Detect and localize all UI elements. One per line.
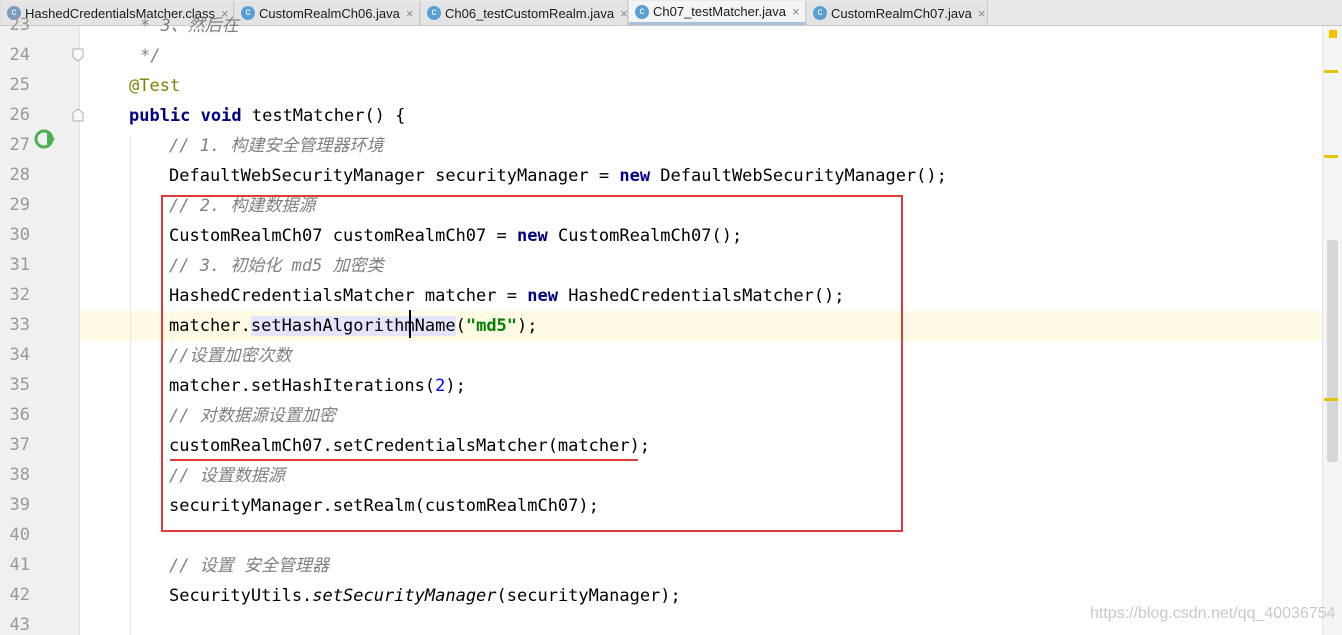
close-tab-icon[interactable]: × <box>406 6 414 21</box>
close-tab-icon[interactable]: × <box>792 4 800 19</box>
code-line-41: // 设置 安全管理器 <box>169 556 329 576</box>
warning-stripe[interactable] <box>1324 155 1338 158</box>
code-line-27: // 1. 构建安全管理器环境 <box>169 136 384 156</box>
tab-label: CustomRealmCh07.java <box>831 5 972 21</box>
line-number: 43 <box>9 615 30 635</box>
line-number: 24 <box>9 45 30 65</box>
tab-customrealmch07-java[interactable]: c CustomRealmCh07.java × <box>806 1 988 25</box>
line-number: 30 <box>9 225 30 245</box>
highlight-box <box>161 195 903 532</box>
tab-ch07-testmatcher-java[interactable]: c Ch07_testMatcher.java × <box>628 1 806 25</box>
tab-label: Ch07_testMatcher.java <box>653 4 786 19</box>
code-line-23: * 3、然后在 <box>140 16 239 36</box>
warning-marker-icon[interactable] <box>1329 30 1337 38</box>
line-number: 41 <box>9 555 30 575</box>
close-tab-icon[interactable]: × <box>978 6 986 21</box>
line-number: 33 <box>9 315 30 335</box>
code-line-42: SecurityUtils.setSecurityManager(securit… <box>169 586 681 606</box>
tab-customrealmch06-java[interactable]: c CustomRealmCh06.java × <box>234 1 420 25</box>
highlight-underline <box>170 459 638 461</box>
indent-guide <box>130 136 131 635</box>
line-number: 39 <box>9 495 30 515</box>
line-number: 31 <box>9 255 30 275</box>
java-class-icon: c <box>813 6 827 20</box>
tab-ch06-testcustomrealm-java[interactable]: c Ch06_testCustomRealm.java × <box>420 1 628 25</box>
line-number: 35 <box>9 375 30 395</box>
code-line-28: DefaultWebSecurityManager securityManage… <box>169 166 947 186</box>
code-line-25: @Test <box>129 76 181 96</box>
java-class-icon: c <box>427 6 441 20</box>
watermark: https://blog.csdn.net/qq_40036754 <box>1090 605 1336 622</box>
line-number: 25 <box>9 75 30 95</box>
line-number: 26 <box>9 105 30 125</box>
code-line-26: public void testMatcher() { <box>129 106 406 126</box>
line-number: 23 <box>9 15 30 35</box>
line-number: 42 <box>9 585 30 605</box>
line-number: 36 <box>9 405 30 425</box>
tab-label: CustomRealmCh06.java <box>259 5 400 21</box>
line-number: 37 <box>9 435 30 455</box>
line-number: 38 <box>9 465 30 485</box>
java-class-icon: c <box>241 6 255 20</box>
line-number: 27 <box>9 135 30 155</box>
line-number: 28 <box>9 165 30 185</box>
line-number: 34 <box>9 345 30 365</box>
line-number: 29 <box>9 195 30 215</box>
tab-label: Ch06_testCustomRealm.java <box>445 5 615 21</box>
code-line-24: */ <box>140 46 161 66</box>
java-class-icon: c <box>635 4 649 19</box>
run-test-icon[interactable] <box>33 127 59 151</box>
warning-stripe[interactable] <box>1324 70 1338 73</box>
close-tab-icon[interactable]: × <box>620 6 628 21</box>
vertical-scrollbar-thumb[interactable] <box>1327 240 1338 462</box>
line-number: 40 <box>9 525 30 545</box>
line-number-gutter[interactable]: 23 24 25 26 27 28 29 30 31 32 33 34 35 3… <box>0 15 84 635</box>
warning-stripe[interactable] <box>1324 398 1338 401</box>
line-number: 32 <box>9 285 30 305</box>
